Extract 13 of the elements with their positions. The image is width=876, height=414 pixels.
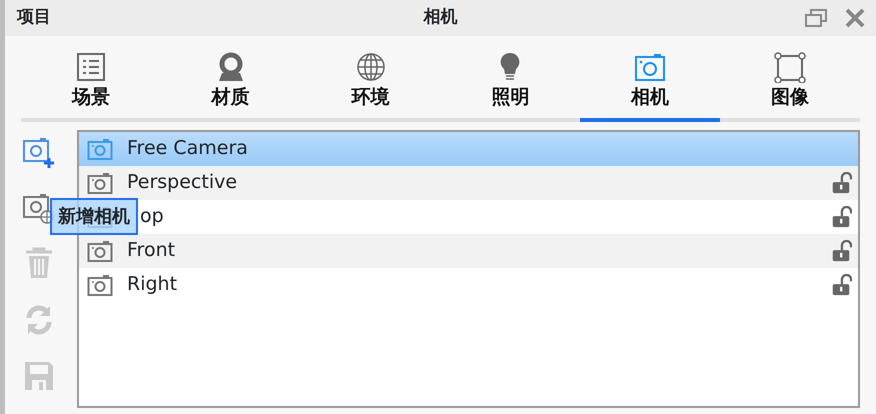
camera-row[interactable]: Right xyxy=(79,268,858,302)
tab[interactable]: 环境 xyxy=(300,50,440,122)
camera-row[interactable]: Free Camera xyxy=(79,132,858,166)
window-title: 相机 xyxy=(424,6,458,30)
tab[interactable]: 材质 xyxy=(160,50,301,122)
tab[interactable]: 图像 xyxy=(720,50,860,122)
tab[interactable]: 相机 xyxy=(580,50,720,122)
camera-row[interactable]: Front xyxy=(79,234,858,268)
tab[interactable]: 照明 xyxy=(440,50,580,122)
camera-row[interactable]: Perspective xyxy=(79,166,858,200)
tab[interactable]: 场景 xyxy=(21,50,161,122)
tooltip: 新增相机 xyxy=(50,198,138,235)
panel-label: 项目 xyxy=(17,6,51,30)
